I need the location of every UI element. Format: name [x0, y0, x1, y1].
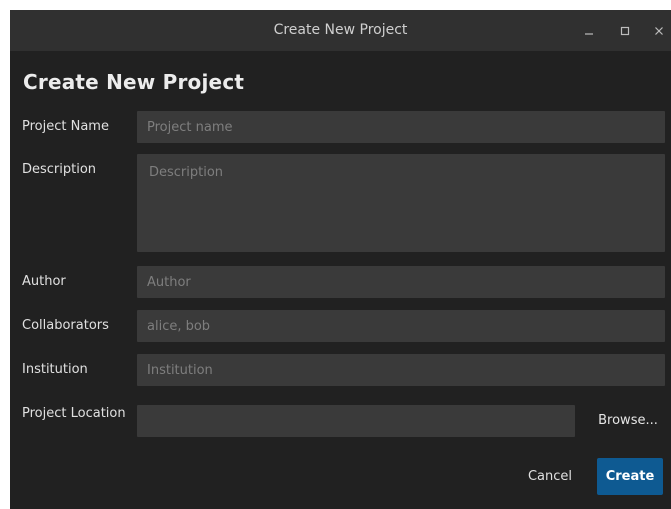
institution-input[interactable] — [137, 354, 665, 386]
project-location-input[interactable] — [137, 405, 575, 437]
maximize-icon — [608, 10, 642, 51]
close-icon — [642, 10, 671, 51]
title-bar[interactable]: Create New Project — [10, 10, 671, 51]
description-textarea[interactable] — [137, 154, 665, 252]
minimize-icon — [572, 10, 606, 51]
dialog-heading: Create New Project — [23, 70, 245, 94]
project-name-label: Project Name — [22, 119, 109, 134]
author-label: Author — [22, 274, 66, 289]
author-input[interactable] — [137, 266, 665, 298]
close-button[interactable] — [642, 10, 671, 51]
maximize-button[interactable] — [608, 10, 642, 51]
cancel-button[interactable]: Cancel — [518, 462, 582, 492]
create-project-window: Create New Project Create New Project Pr… — [10, 10, 671, 509]
project-name-input[interactable] — [137, 111, 665, 143]
minimize-button[interactable] — [572, 10, 606, 51]
institution-label: Institution — [22, 362, 88, 377]
browse-button[interactable]: Browse... — [588, 406, 668, 436]
project-location-label: Project Location — [22, 406, 126, 421]
create-button[interactable]: Create — [597, 458, 663, 495]
description-label: Description — [22, 162, 97, 177]
collaborators-label: Collaborators — [22, 318, 109, 333]
collaborators-input[interactable] — [137, 310, 665, 342]
